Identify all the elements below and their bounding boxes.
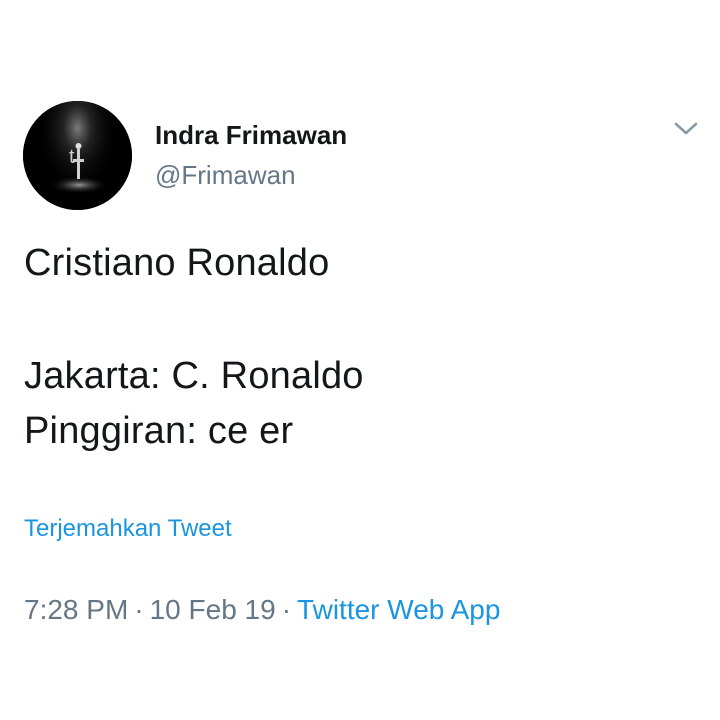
tweet-metadata: 7:28 PM · 10 Feb 19 · Twitter Web App [24,594,500,626]
tweet-text-line: Cristiano Ronaldo [24,242,330,284]
avatar[interactable]: t [23,101,132,210]
tweet-time[interactable]: 7:28 PM [24,594,128,625]
author-handle[interactable]: @Frimawan [155,160,296,191]
tweet-source-link[interactable]: Twitter Web App [297,594,500,625]
translate-tweet-link[interactable]: Terjemahkan Tweet [24,515,232,543]
tweet-date[interactable]: 10 Feb 19 [150,594,276,625]
meta-separator: · [134,594,144,625]
tweet-text-line: Pinggiran: ce er [24,410,294,452]
tweet-card: t Indra Frimawan @Frimawan Cristiano Ron… [0,0,720,720]
avatar-image: t [23,101,132,210]
meta-separator: · [281,594,292,625]
chevron-down-icon[interactable] [672,118,700,140]
svg-text:t: t [69,146,75,168]
author-display-name[interactable]: Indra Frimawan [155,120,347,151]
tweet-text-line: Jakarta: C. Ronaldo [24,355,364,397]
